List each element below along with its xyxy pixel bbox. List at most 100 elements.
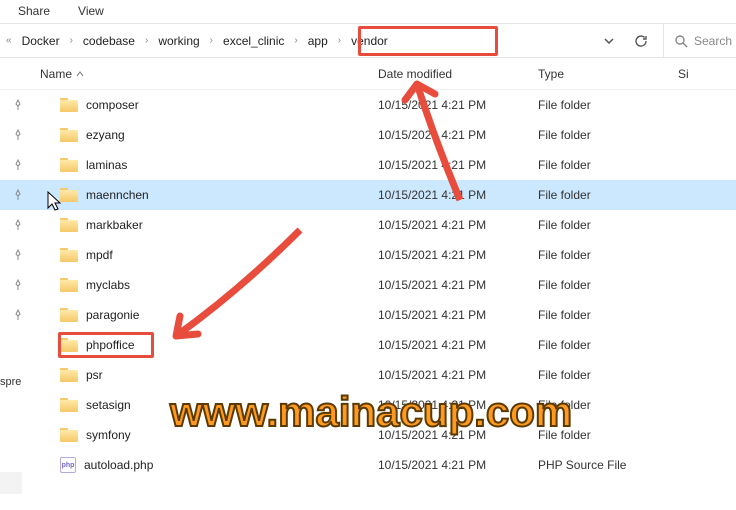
folder-icon [60, 188, 78, 202]
chevron-right-icon: › [208, 35, 215, 46]
chevron-right-icon: › [68, 35, 75, 46]
folder-icon [60, 128, 78, 142]
file-type: File folder [538, 188, 678, 202]
file-name-cell: laminas [36, 158, 378, 172]
file-row[interactable]: maennchen 10/15/2021 4:21 PMFile folder [0, 180, 736, 210]
file-list: composer10/15/2021 4:21 PMFile folderezy… [0, 90, 736, 480]
file-name: setasign [86, 398, 131, 412]
chevron-right-icon: › [292, 35, 299, 46]
file-name: laminas [86, 158, 127, 172]
file-name: phpoffice [86, 338, 135, 352]
file-name-cell: maennchen [36, 188, 378, 202]
search-placeholder: Search [694, 34, 732, 48]
column-headers: Name Date modified Type Si [0, 58, 736, 90]
pin-icon [0, 279, 36, 291]
file-name-cell: mpdf [36, 248, 378, 262]
breadcrumb-item[interactable]: excel_clinic [215, 30, 292, 52]
file-type: File folder [538, 398, 678, 412]
file-row[interactable]: paragonie10/15/2021 4:21 PMFile folder [0, 300, 736, 330]
file-date: 10/15/2021 4:21 PM [378, 368, 538, 382]
file-name-cell: psr [36, 368, 378, 382]
file-type: File folder [538, 428, 678, 442]
breadcrumb-item[interactable]: vendor [343, 30, 396, 52]
sort-asc-icon [76, 71, 84, 77]
file-type: File folder [538, 248, 678, 262]
file-row[interactable]: composer 10/15/2021 4:21 PMFile folder [0, 90, 736, 120]
file-date: 10/15/2021 4:21 PM [378, 278, 538, 292]
tab-share[interactable]: Share [4, 0, 64, 23]
file-name: psr [86, 368, 103, 382]
column-type[interactable]: Type [538, 67, 678, 81]
file-type: File folder [538, 218, 678, 232]
chevron-right-icon: › [143, 35, 150, 46]
column-size[interactable]: Si [678, 67, 728, 81]
pin-icon [0, 159, 36, 171]
file-row[interactable]: ezyang10/15/2021 4:21 PMFile folder [0, 120, 736, 150]
pin-icon [0, 249, 36, 261]
breadcrumb-item[interactable]: codebase [75, 30, 143, 52]
file-date: 10/15/2021 4:21 PM [378, 248, 538, 262]
file-row[interactable]: php autoload.php 10/15/2021 4:21 PMPHP Sou… [0, 450, 736, 480]
file-type: PHP Source File [538, 458, 678, 472]
tab-view[interactable]: View [64, 0, 118, 23]
dropdown-history-button[interactable] [595, 27, 623, 55]
file-name-cell: ezyang [36, 128, 378, 142]
breadcrumb-item[interactable]: app [300, 30, 336, 52]
folder-icon [60, 368, 78, 382]
folder-icon [60, 428, 78, 442]
sidebar-label-fragment: spre [0, 376, 21, 388]
file-row[interactable]: markbaker 10/15/2021 4:21 PMFile folder [0, 210, 736, 240]
file-name-cell: paragonie [36, 308, 378, 322]
php-file-icon: php [60, 457, 76, 473]
file-date: 10/15/2021 4:21 PM [378, 158, 538, 172]
search-box[interactable]: Search [663, 24, 732, 57]
file-row[interactable]: setasign 10/15/2021 4:21 PMFile folder [0, 390, 736, 420]
folder-icon [60, 308, 78, 322]
file-name: symfony [86, 428, 131, 442]
file-name-cell: setasign [36, 398, 378, 412]
file-date: 10/15/2021 4:21 PM [378, 218, 538, 232]
file-row[interactable]: psr 10/15/2021 4:21 PMFile folder [0, 360, 736, 390]
folder-icon [60, 218, 78, 232]
file-type: File folder [538, 338, 678, 352]
file-name: autoload.php [84, 458, 153, 472]
file-row[interactable]: laminas 10/15/2021 4:21 PMFile folder [0, 150, 736, 180]
file-name-cell: symfony [36, 428, 378, 442]
file-row[interactable]: myclabs 10/15/2021 4:21 PMFile folder [0, 270, 736, 300]
file-date: 10/15/2021 4:21 PM [378, 98, 538, 112]
file-name: myclabs [86, 278, 130, 292]
file-row[interactable]: phpoffice 10/15/2021 4:21 PMFile folder [0, 330, 736, 360]
file-row[interactable]: symfony10/15/2021 4:21 PMFile folder [0, 420, 736, 450]
file-name-cell: myclabs [36, 278, 378, 292]
pin-icon [0, 219, 36, 231]
file-date: 10/15/2021 4:21 PM [378, 398, 538, 412]
column-name[interactable]: Name [36, 67, 378, 81]
pin-icon [0, 309, 36, 321]
folder-icon [60, 278, 78, 292]
folder-icon [60, 398, 78, 412]
file-date: 10/15/2021 4:21 PM [378, 188, 538, 202]
file-row[interactable]: mpdf10/15/2021 4:21 PMFile folder [0, 240, 736, 270]
breadcrumb-item[interactable]: working [150, 30, 207, 52]
refresh-button[interactable] [627, 27, 655, 55]
breadcrumb-item[interactable]: Docker [14, 30, 68, 52]
file-date: 10/15/2021 4:21 PM [378, 458, 538, 472]
file-type: File folder [538, 278, 678, 292]
file-date: 10/15/2021 4:21 PM [378, 308, 538, 322]
file-name: composer [86, 98, 139, 112]
history-back-icon[interactable]: « [4, 35, 14, 46]
file-date: 10/15/2021 4:21 PM [378, 338, 538, 352]
file-type: File folder [538, 98, 678, 112]
file-type: File folder [538, 158, 678, 172]
file-name: paragonie [86, 308, 139, 322]
file-type: File folder [538, 128, 678, 142]
file-name: maennchen [86, 188, 149, 202]
file-type: File folder [538, 368, 678, 382]
folder-icon [60, 98, 78, 112]
column-date[interactable]: Date modified [378, 67, 538, 81]
address-bar: « Docker › codebase › working › excel_cl… [0, 24, 736, 58]
file-name-cell: composer [36, 98, 378, 112]
folder-icon [60, 158, 78, 172]
file-name: markbaker [86, 218, 143, 232]
pin-icon [0, 129, 36, 141]
